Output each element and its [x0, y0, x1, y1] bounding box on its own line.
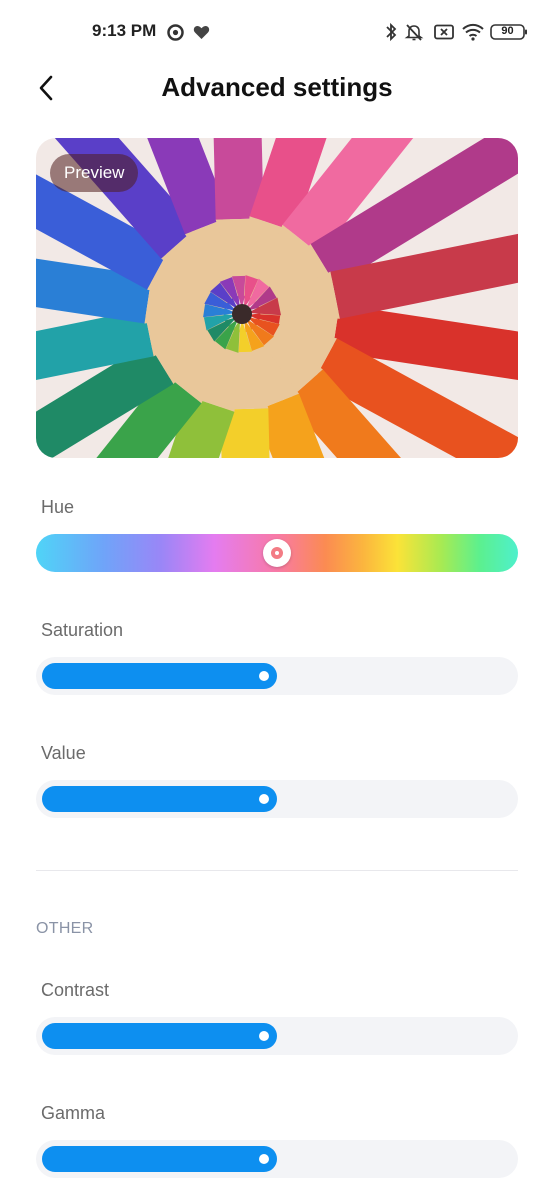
contrast-slider-thumb[interactable] — [259, 1031, 269, 1041]
gamma-slider-thumb[interactable] — [259, 1154, 269, 1164]
screen-x-icon — [433, 22, 455, 42]
gamma-label: Gamma — [41, 1103, 106, 1123]
saturation-label: Saturation — [41, 620, 124, 640]
saturation-slider[interactable] — [36, 657, 518, 695]
contrast-slider[interactable] — [36, 1017, 518, 1055]
battery-level: 90 — [501, 25, 514, 37]
section-divider — [36, 870, 518, 871]
preview-image: Preview — [36, 138, 518, 458]
saturation-slider-thumb[interactable] — [259, 671, 269, 681]
value-slider-thumb[interactable] — [259, 794, 269, 804]
battery-icon: 90 — [490, 22, 528, 42]
preview-badge: Preview — [50, 154, 139, 192]
hue-label: Hue — [41, 497, 75, 517]
hue-slider-thumb[interactable] — [263, 539, 291, 567]
value-label: Value — [41, 743, 86, 763]
status-bar: 9:13 PM 90 — [0, 0, 554, 64]
hue-slider[interactable] — [36, 534, 518, 572]
status-time: 9:13 PM — [92, 21, 157, 40]
saturation-slider-fill — [42, 663, 277, 689]
contrast-label: Contrast — [41, 980, 110, 1000]
heart-icon — [192, 22, 210, 42]
record-icon — [166, 22, 184, 42]
silent-bell-icon — [403, 22, 425, 42]
other-section-header: OTHER — [36, 920, 94, 937]
bluetooth-icon — [382, 22, 400, 42]
wifi-icon — [460, 22, 486, 42]
contrast-slider-fill — [42, 1023, 277, 1049]
value-slider[interactable] — [36, 780, 518, 818]
gamma-slider-fill — [42, 1146, 277, 1172]
value-slider-fill — [42, 786, 277, 812]
gamma-slider[interactable] — [36, 1140, 518, 1178]
page-title: Advanced settings — [161, 72, 393, 102]
